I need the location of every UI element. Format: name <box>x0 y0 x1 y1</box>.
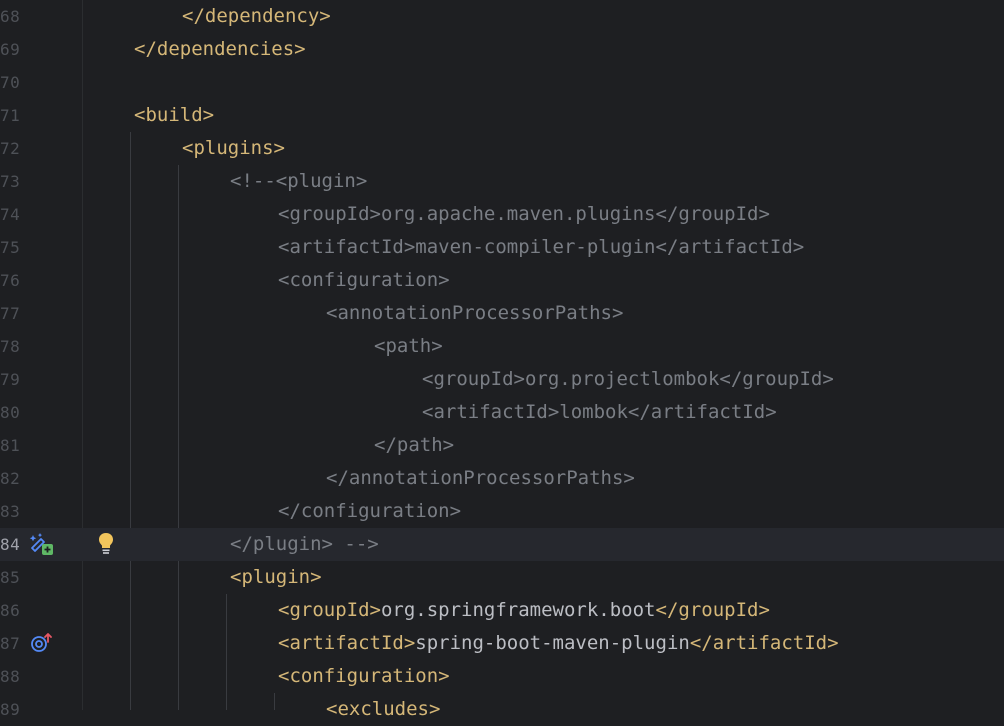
code-text[interactable]: <artifactId>spring-boot-maven-plugin</ar… <box>278 627 839 660</box>
code-line: 83 </configuration> <box>0 495 1004 528</box>
code-line: 74 <groupId>org.apache.maven.plugins</gr… <box>0 198 1004 231</box>
line-number: 82 <box>0 469 20 488</box>
code-tag-open: <artifactId> <box>422 401 560 423</box>
code-value: org.projectlombok <box>524 368 720 390</box>
code-comment[interactable]: <artifactId>maven-compiler-plugin</artif… <box>278 231 804 264</box>
code-line: 69 </dependencies> <box>0 33 1004 66</box>
code-value: spring-boot-maven-plugin <box>415 632 690 654</box>
code-tag-close: </artifactId> <box>655 236 805 258</box>
code-text[interactable]: <groupId>org.springframework.boot</group… <box>278 594 770 627</box>
code-comment[interactable]: </plugin> --> <box>230 528 379 561</box>
code-comment[interactable]: </annotationProcessorPaths> <box>326 462 635 495</box>
code-comment[interactable]: <!--<plugin> <box>230 165 367 198</box>
line-number: 88 <box>0 667 20 686</box>
code-line: 79 <groupId>org.projectlombok</groupId> <box>0 363 1004 396</box>
line-number: 86 <box>0 601 20 620</box>
code-line: 70 <box>0 66 1004 99</box>
line-number: 85 <box>0 568 20 587</box>
code-line: 72 <plugins> <box>0 132 1004 165</box>
code-tag-open: <artifactId> <box>278 236 416 258</box>
code-line: 86 <groupId>org.springframework.boot</gr… <box>0 594 1004 627</box>
code-comment[interactable]: </configuration> <box>278 495 461 528</box>
line-number: 77 <box>0 304 20 323</box>
code-tag-open: <groupId> <box>422 368 525 390</box>
code-tag-close: </groupId> <box>719 368 834 390</box>
code-line: 85 <plugin> <box>0 561 1004 594</box>
code-comment[interactable]: <path> <box>374 330 443 363</box>
code-tag-close: </groupId> <box>655 203 770 225</box>
code-comment[interactable]: </path> <box>374 429 454 462</box>
line-number: 80 <box>0 403 20 422</box>
line-number: 84 <box>0 535 20 554</box>
line-number: 71 <box>0 106 20 125</box>
line-number: 74 <box>0 205 20 224</box>
code-line: 82 </annotationProcessorPaths> <box>0 462 1004 495</box>
code-line: 68 </dependency> <box>0 0 1004 33</box>
code-comment[interactable]: <groupId>org.apache.maven.plugins</group… <box>278 198 770 231</box>
code-tag-close: </artifactId> <box>627 401 777 423</box>
code-value: maven-compiler-plugin <box>415 236 656 258</box>
code-text[interactable]: <plugin> <box>230 561 322 594</box>
code-text[interactable]: <build> <box>134 99 214 132</box>
line-number: 72 <box>0 139 20 158</box>
code-text[interactable]: </dependencies> <box>134 33 306 66</box>
line-number: 69 <box>0 40 20 59</box>
line-number: 76 <box>0 271 20 290</box>
code-line: 87 <artifactId>spring-boot-maven-plugin<… <box>0 627 1004 660</box>
code-line: 75 <artifactId>maven-compiler-plugin</ar… <box>0 231 1004 264</box>
line-number: 73 <box>0 172 20 191</box>
code-comment[interactable]: <artifactId>lombok</artifactId> <box>422 396 777 429</box>
code-line: 80 <artifactId>lombok</artifactId> <box>0 396 1004 429</box>
intention-bulb-icon[interactable] <box>93 531 119 557</box>
override-up-icon[interactable] <box>29 630 55 656</box>
code-tag-close: </groupId> <box>655 599 770 621</box>
code-comment[interactable]: <annotationProcessorPaths> <box>326 297 623 330</box>
code-line: 73 <!--<plugin> <box>0 165 1004 198</box>
code-line: 88 <configuration> <box>0 660 1004 693</box>
add-dependency-icon[interactable] <box>29 531 55 557</box>
code-text[interactable]: </dependency> <box>182 0 331 33</box>
line-number: 79 <box>0 370 20 389</box>
code-tag-open: <groupId> <box>278 203 381 225</box>
code-line: 77 <annotationProcessorPaths> <box>0 297 1004 330</box>
code-line: 71 <build> <box>0 99 1004 132</box>
line-number: 68 <box>0 7 20 26</box>
line-number: 81 <box>0 436 20 455</box>
line-number: 70 <box>0 73 20 92</box>
code-line: 81 </path> <box>0 429 1004 462</box>
line-number: 83 <box>0 502 20 521</box>
code-value: org.apache.maven.plugins <box>380 203 656 225</box>
code-text[interactable]: <configuration> <box>278 660 450 693</box>
line-number: 78 <box>0 337 20 356</box>
code-comment[interactable]: <groupId>org.projectlombok</groupId> <box>422 363 834 396</box>
code-value: org.springframework.boot <box>380 599 656 621</box>
code-comment[interactable]: <configuration> <box>278 264 450 297</box>
code-tag-open: <artifactId> <box>278 632 416 654</box>
code-text[interactable]: <plugins> <box>182 132 285 165</box>
line-number: 87 <box>0 634 20 653</box>
line-number: 75 <box>0 238 20 257</box>
current-code-line: 84 </plugin> --> <box>0 528 1004 561</box>
code-line: 78 <path> <box>0 330 1004 363</box>
code-value: lombok <box>559 401 628 423</box>
code-line: 76 <configuration> <box>0 264 1004 297</box>
code-tag-close: </artifactId> <box>689 632 839 654</box>
code-tag-open: <groupId> <box>278 599 381 621</box>
